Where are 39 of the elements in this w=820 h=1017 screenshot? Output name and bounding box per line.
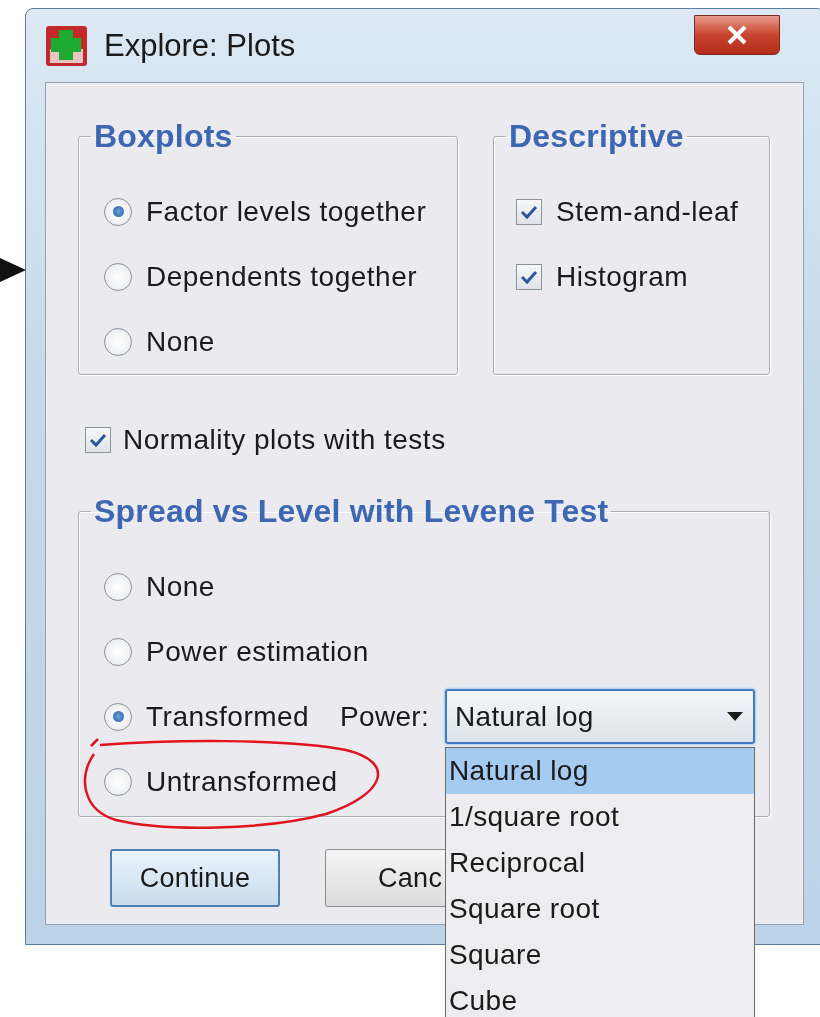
option-label: Untransformed <box>146 765 338 798</box>
check-icon <box>520 268 538 285</box>
dialog-button[interactable]: Continue <box>110 849 280 907</box>
option-label: Factor levels together <box>146 195 427 228</box>
dropdown-item[interactable]: 1/square root <box>446 794 754 840</box>
app-icon <box>45 24 88 67</box>
radio-button[interactable] <box>104 702 132 731</box>
close-icon <box>726 25 748 45</box>
group-title: Descriptive <box>508 118 685 155</box>
radio-button[interactable] <box>104 197 132 226</box>
group-title: Boxplots <box>93 118 234 155</box>
option-label: Transformed <box>146 700 310 733</box>
option-label: Power estimation <box>146 635 369 668</box>
option-label: Dependents together <box>146 260 418 293</box>
radio-button[interactable] <box>104 262 132 291</box>
option-label: Normality plots with tests <box>123 424 446 456</box>
close-button[interactable] <box>694 15 780 55</box>
check-icon <box>520 203 538 220</box>
option-label: None <box>146 325 215 358</box>
option-label: Histogram <box>556 260 689 293</box>
checkbox[interactable] <box>516 263 542 290</box>
radio-button[interactable] <box>104 767 132 796</box>
radio-button[interactable] <box>104 637 132 666</box>
option-label: None <box>146 570 215 603</box>
pointer-arrow <box>0 258 26 282</box>
dropdown-item[interactable]: Natural log <box>446 748 754 794</box>
dropdown-item[interactable]: Cube <box>446 978 754 1017</box>
option-label: Stem-and-leaf <box>556 195 739 228</box>
window-title: Explore: Plots <box>104 27 296 64</box>
dropdown-item[interactable]: Square <box>446 932 754 978</box>
check-icon <box>89 432 107 448</box>
radio-button[interactable] <box>104 327 132 356</box>
power-dropdown[interactable]: Natural log <box>445 689 755 744</box>
radio-button[interactable] <box>104 572 132 601</box>
checkbox[interactable] <box>85 427 111 453</box>
checkbox[interactable] <box>516 198 542 225</box>
power-label: Power: <box>340 700 429 733</box>
caret-icon <box>727 711 743 722</box>
group-title: Spread vs Level with Levene Test <box>93 493 610 530</box>
